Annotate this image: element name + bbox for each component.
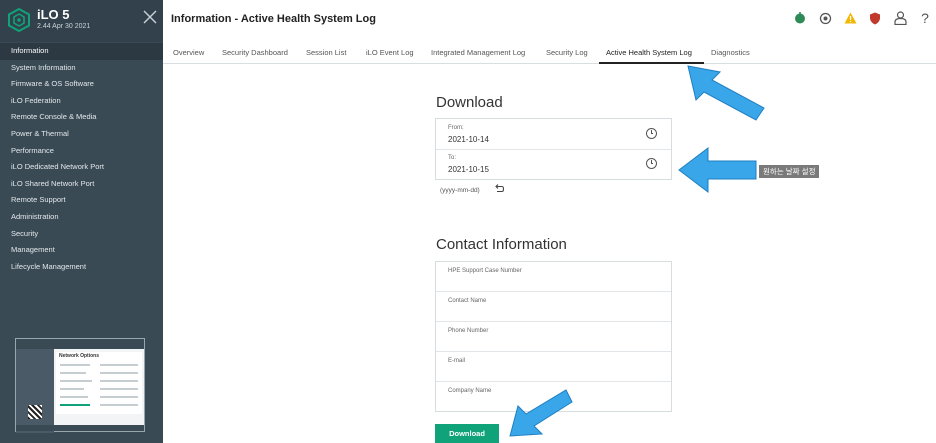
- tab-diagnostics[interactable]: Diagnostics: [711, 48, 750, 57]
- header-status-icons: ?: [793, 10, 932, 26]
- sidebar-item-lifecycle[interactable]: Lifecycle Management: [0, 259, 163, 276]
- warning-icon[interactable]: [843, 11, 857, 25]
- sidebar-item-dedicated-port[interactable]: iLO Dedicated Network Port: [0, 159, 163, 176]
- thumbnail-footer: [16, 425, 144, 431]
- annotation-arrow-icon: [687, 65, 765, 121]
- thumbnail-line: [60, 404, 90, 406]
- sidebar: iLO 5 2.44 Apr 30 2021 Information Syste…: [0, 0, 163, 443]
- thumbnail-line: [60, 372, 86, 374]
- email-field[interactable]: E-mail: [436, 352, 671, 382]
- health-status-icon[interactable]: [793, 11, 807, 25]
- sidebar-item-information[interactable]: Information: [0, 43, 163, 60]
- ilo-app: iLO 5 2.44 Apr 30 2021 Information Syste…: [0, 0, 936, 443]
- to-date-value[interactable]: 2021-10-15: [448, 165, 489, 174]
- thumbnail-line: [60, 364, 90, 366]
- thumbnail-titlebar: [16, 339, 144, 349]
- annotation-callout: 원하는 날짜 설정: [759, 165, 820, 178]
- sidebar-item-system-information[interactable]: System Information: [0, 60, 163, 77]
- annotation-arrow-icon: [509, 389, 573, 437]
- contact-section-title: Contact Information: [436, 236, 567, 253]
- clock-icon[interactable]: [646, 128, 657, 139]
- top-header: Information - Active Health System Log ?: [163, 0, 936, 42]
- to-date-label: To:: [448, 155, 457, 161]
- user-icon[interactable]: [893, 11, 907, 25]
- sidebar-item-administration[interactable]: Administration: [0, 209, 163, 226]
- company-name-label: Company Name: [448, 388, 492, 394]
- sidebar-item-remote-console[interactable]: Remote Console & Media: [0, 109, 163, 126]
- thumbnail-line: [60, 388, 84, 390]
- tab-security-log[interactable]: Security Log: [546, 48, 588, 57]
- thumbnail-line: [100, 372, 138, 374]
- thumbnail-line: [100, 364, 138, 366]
- thumbnail-heading: Network Options: [59, 353, 100, 359]
- page-title: Information - Active Health System Log: [171, 13, 376, 25]
- tab-ilo-event-log[interactable]: iLO Event Log: [366, 48, 414, 57]
- sidebar-item-management[interactable]: Management: [0, 242, 163, 259]
- phone-number-label: Phone Number: [448, 328, 489, 334]
- target-icon[interactable]: [818, 11, 832, 25]
- sidebar-nav: Information System Information Firmware …: [0, 43, 163, 275]
- support-case-number-label: HPE Support Case Number: [448, 268, 522, 274]
- brand-title: iLO 5: [37, 7, 70, 22]
- sidebar-item-power-thermal[interactable]: Power & Thermal: [0, 126, 163, 143]
- tab-integrated-management-log[interactable]: Integrated Management Log: [431, 48, 525, 57]
- sidebar-item-security[interactable]: Security: [0, 226, 163, 243]
- thumbnail-line: [100, 396, 138, 398]
- from-date-field[interactable]: From: 2021-10-14: [436, 119, 671, 150]
- help-icon[interactable]: ?: [918, 10, 932, 26]
- tab-active-health-system-log[interactable]: Active Health System Log: [606, 48, 692, 57]
- tab-overview[interactable]: Overview: [173, 48, 204, 57]
- annotation-arrow-icon: [678, 147, 757, 193]
- from-date-value[interactable]: 2021-10-14: [448, 135, 489, 144]
- date-format-hint: (yyyy-mm-dd): [440, 187, 480, 194]
- sidebar-item-performance[interactable]: Performance: [0, 143, 163, 160]
- thumbnail-panel: Network Options: [56, 352, 142, 414]
- thumbnail-line: [100, 380, 138, 382]
- contact-name-field[interactable]: Contact Name: [436, 292, 671, 322]
- tab-session-list[interactable]: Session List: [306, 48, 346, 57]
- sidebar-item-firmware[interactable]: Firmware & OS Software: [0, 76, 163, 93]
- email-label: E-mail: [448, 358, 466, 364]
- qr-code-icon: [28, 405, 42, 419]
- thumbnail-line: [60, 380, 92, 382]
- from-date-label: From:: [448, 125, 464, 131]
- hpe-logo-icon: [8, 8, 30, 32]
- clock-icon[interactable]: [646, 158, 657, 169]
- thumbnail-line: [100, 404, 138, 406]
- thumbnail-line: [60, 396, 88, 398]
- thumbnail-line: [100, 388, 138, 390]
- brand-version: 2.44 Apr 30 2021: [37, 23, 91, 30]
- tab-security-dashboard[interactable]: Security Dashboard: [222, 48, 288, 57]
- date-range-card: From: 2021-10-14 To: 2021-10-15: [435, 118, 672, 180]
- tab-bar: Overview Security Dashboard Session List…: [163, 42, 936, 64]
- support-case-number-field[interactable]: HPE Support Case Number: [436, 262, 671, 292]
- sidebar-item-shared-port[interactable]: iLO Shared Network Port: [0, 176, 163, 193]
- close-icon[interactable]: [142, 9, 158, 25]
- shield-icon[interactable]: [868, 11, 882, 25]
- sidebar-item-remote-support[interactable]: Remote Support: [0, 192, 163, 209]
- phone-number-field[interactable]: Phone Number: [436, 322, 671, 352]
- remote-console-thumbnail[interactable]: Network Options: [15, 338, 145, 433]
- download-section-title: Download: [436, 94, 503, 111]
- sidebar-item-federation[interactable]: iLO Federation: [0, 93, 163, 110]
- reset-dates-icon[interactable]: [493, 184, 505, 194]
- to-date-field[interactable]: To: 2021-10-15: [436, 150, 671, 181]
- brand-header: iLO 5 2.44 Apr 30 2021: [0, 0, 163, 42]
- contact-name-label: Contact Name: [448, 298, 487, 304]
- download-button[interactable]: Download: [435, 424, 499, 443]
- thumbnail-sidebar: [16, 349, 54, 433]
